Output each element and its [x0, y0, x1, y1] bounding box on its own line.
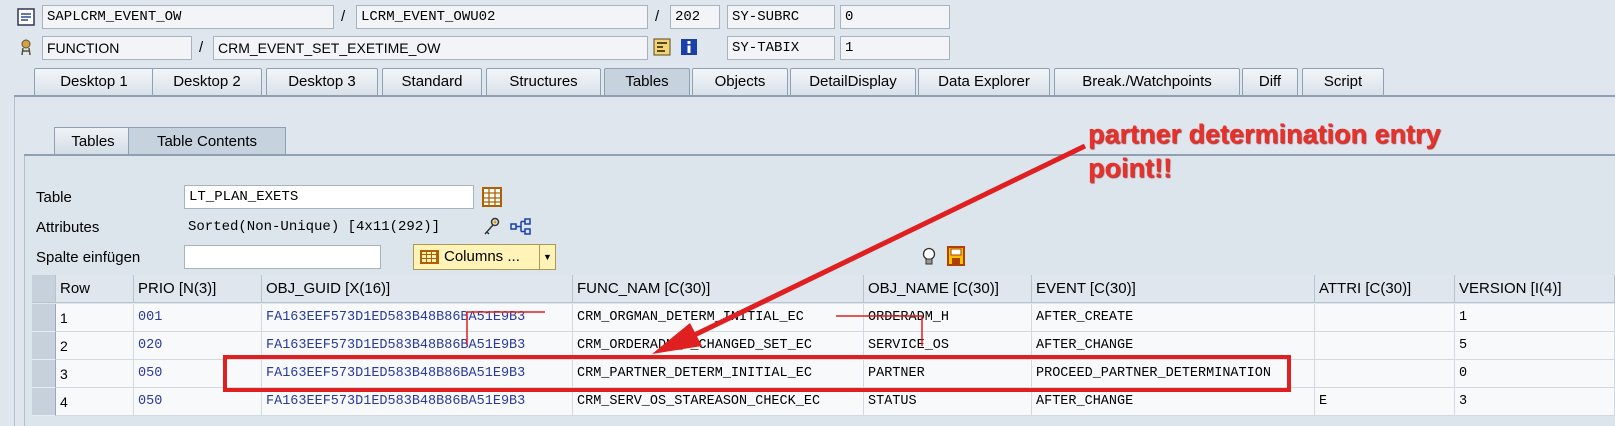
- column-header-obj-guid[interactable]: OBJ_GUID [X(16)]: [262, 275, 573, 303]
- key-icon[interactable]: [482, 217, 500, 235]
- table-label: Table: [36, 189, 72, 206]
- table-cell-row: 1: [56, 304, 134, 332]
- table-cell-version[interactable]: 3: [1455, 388, 1615, 416]
- type-field[interactable]: FUNCTION: [42, 36, 192, 60]
- separator: /: [341, 8, 346, 25]
- table-cell-obj-guid[interactable]: FA163EEF573D1ED583B48B86BA51E9B3: [262, 332, 573, 360]
- hierarchy-icon[interactable]: [510, 217, 532, 235]
- tab-desktop-2[interactable]: Desktop 2: [152, 68, 262, 95]
- columns-button[interactable]: Columns ... ▼: [413, 244, 556, 270]
- column-header-attri[interactable]: ATTRI [C(30)]: [1315, 275, 1455, 303]
- table-cell-attri[interactable]: [1315, 360, 1455, 388]
- tab-diff[interactable]: Diff: [1242, 68, 1298, 95]
- table-cell-obj-guid[interactable]: FA163EEF573D1ED583B48B86BA51E9B3: [262, 360, 573, 388]
- table-cell-obj-guid[interactable]: FA163EEF573D1ED583B48B86BA51E9B3: [262, 304, 573, 332]
- display-object-icon[interactable]: [653, 38, 671, 56]
- table-cell-row: 4: [56, 388, 134, 416]
- select-all-header[interactable]: [32, 275, 56, 303]
- columns-icon: [420, 250, 439, 264]
- program-field[interactable]: SAPLCRM_EVENT_OW: [42, 5, 334, 29]
- table-cell-prio[interactable]: 050: [134, 360, 262, 388]
- row-selector[interactable]: [32, 360, 56, 388]
- line-field[interactable]: 202: [670, 5, 720, 29]
- table-cell-attri[interactable]: [1315, 332, 1455, 360]
- separator: /: [199, 39, 204, 56]
- table-cell-event[interactable]: AFTER_CHANGE: [1032, 332, 1315, 360]
- table-cell-attri[interactable]: [1315, 304, 1455, 332]
- table-cell-prio[interactable]: 001: [134, 304, 262, 332]
- tab-desktop-1[interactable]: Desktop 1: [34, 68, 154, 95]
- tab-desktop-3[interactable]: Desktop 3: [266, 68, 378, 95]
- table-cell-func-nam[interactable]: CRM_PARTNER_DETERM_INITIAL_EC: [573, 360, 864, 388]
- tab-detaildisplay[interactable]: DetailDisplay: [790, 68, 916, 95]
- table-cell-row: 2: [56, 332, 134, 360]
- table-cell-version[interactable]: 5: [1455, 332, 1615, 360]
- table-cell-event[interactable]: AFTER_CHANGE: [1032, 388, 1315, 416]
- main-tab-strip: Desktop 1 Desktop 2 Desktop 3 Standard S…: [0, 68, 1615, 96]
- tab-standard[interactable]: Standard: [382, 68, 482, 95]
- include-field[interactable]: LCRM_EVENT_OWU02: [356, 5, 648, 29]
- tab-structures[interactable]: Structures: [486, 68, 601, 95]
- annotation-text-line2: point!!: [1088, 153, 1172, 183]
- tab-script[interactable]: Script: [1302, 68, 1384, 95]
- attributes-label: Attributes: [36, 219, 100, 236]
- row-selector[interactable]: [32, 332, 56, 360]
- tab-breakpoints[interactable]: Break./Watchpoints: [1054, 68, 1240, 95]
- table-cell-prio[interactable]: 050: [134, 388, 262, 416]
- table-cell-version[interactable]: 0: [1455, 360, 1615, 388]
- spalte-input[interactable]: [184, 245, 381, 269]
- tab-objects[interactable]: Objects: [692, 68, 788, 95]
- sy-subrc-label: SY-SUBRC: [727, 5, 835, 29]
- column-header-event[interactable]: EVENT [C(30)]: [1032, 275, 1315, 303]
- tab-tables[interactable]: Tables: [604, 68, 690, 95]
- info-icon[interactable]: [680, 38, 698, 56]
- subtab-table-contents[interactable]: Table Contents: [128, 127, 286, 155]
- separator: /: [655, 8, 660, 25]
- spalte-label: Spalte einfügen: [36, 249, 141, 266]
- column-header-version[interactable]: VERSION [I(4)]: [1455, 275, 1615, 303]
- table-cell-version[interactable]: 1: [1455, 304, 1615, 332]
- function-icon: [17, 38, 35, 56]
- table-cell-obj-name[interactable]: PARTNER: [864, 360, 1032, 388]
- table-name-input[interactable]: LT_PLAN_EXETS: [184, 185, 474, 209]
- tab-data-explorer[interactable]: Data Explorer: [918, 68, 1050, 95]
- table-cell-obj-name[interactable]: ORDERADM_H: [864, 304, 1032, 332]
- table-cell-obj-guid[interactable]: FA163EEF573D1ED583B48B86BA51E9B3: [262, 388, 573, 416]
- row-selector[interactable]: [32, 388, 56, 416]
- table-cell-obj-name[interactable]: STATUS: [864, 388, 1032, 416]
- table-cell-prio[interactable]: 020: [134, 332, 262, 360]
- columns-button-label: Columns ...: [444, 248, 520, 265]
- attributes-value: Sorted(Non-Unique) [4x11(292)]: [188, 219, 441, 235]
- table-cell-func-nam[interactable]: CRM_ORGMAN_DETERM_INITIAL_EC: [573, 304, 864, 332]
- row-selector[interactable]: [32, 304, 56, 332]
- table-cell-row: 3: [56, 360, 134, 388]
- program-icon: [17, 8, 35, 26]
- subtab-tables[interactable]: Tables: [54, 127, 132, 155]
- table-cell-func-nam[interactable]: CRM_SERV_OS_STAREASON_CHECK_EC: [573, 388, 864, 416]
- sy-subrc-value[interactable]: 0: [840, 5, 950, 29]
- table-cell-func-nam[interactable]: CRM_ORDERADM_I_CHANGED_SET_EC: [573, 332, 864, 360]
- table-cell-obj-name[interactable]: SERVICE_OS: [864, 332, 1032, 360]
- column-header-func-nam[interactable]: FUNC_NAM [C(30)]: [573, 275, 864, 303]
- lightbulb-icon[interactable]: [920, 246, 938, 265]
- sy-tabix-label: SY-TABIX: [727, 36, 835, 60]
- sy-tabix-value[interactable]: 1: [840, 36, 950, 60]
- table-icon[interactable]: [482, 187, 502, 207]
- table-cell-event[interactable]: PROCEED_PARTNER_DETERMINATION: [1032, 360, 1315, 388]
- function-name-field[interactable]: CRM_EVENT_SET_EXETIME_OW: [213, 36, 648, 60]
- save-icon[interactable]: [947, 246, 965, 266]
- annotation-text-line1: partner determination entry: [1088, 119, 1441, 149]
- column-header-row[interactable]: Row: [56, 275, 134, 303]
- column-header-obj-name[interactable]: OBJ_NAME [C(30)]: [864, 275, 1032, 303]
- chevron-down-icon[interactable]: ▼: [539, 245, 555, 269]
- column-header-prio[interactable]: PRIO [N(3)]: [134, 275, 262, 303]
- table-cell-attri[interactable]: E: [1315, 388, 1455, 416]
- table-cell-event[interactable]: AFTER_CREATE: [1032, 304, 1315, 332]
